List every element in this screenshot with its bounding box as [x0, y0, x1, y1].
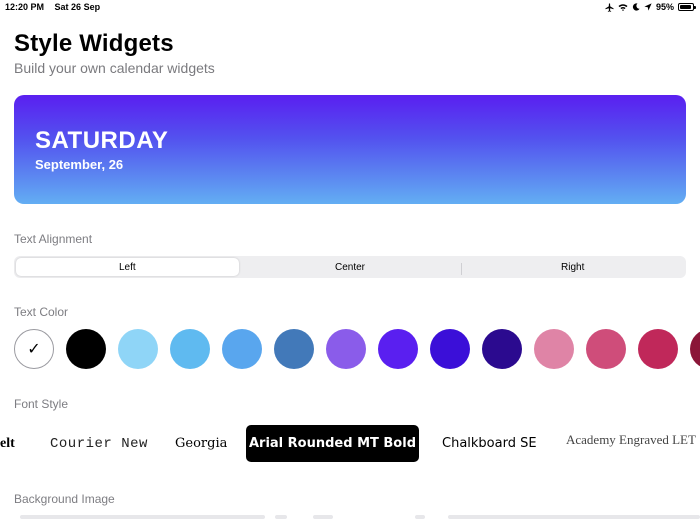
color-swatch[interactable]: ✓ [14, 329, 54, 369]
background-option[interactable] [448, 515, 700, 519]
font-option-courier-new[interactable]: Courier New [50, 425, 148, 462]
alignment-segmented-control: Left Center Right [14, 256, 686, 278]
status-date: Sat 26 Sep [54, 2, 101, 12]
battery-icon [678, 3, 696, 11]
color-swatch[interactable] [326, 329, 366, 369]
wifi-icon [618, 4, 628, 11]
alignment-center[interactable]: Center [239, 258, 462, 276]
preview-day: SATURDAY [35, 127, 169, 154]
airplane-icon [605, 2, 614, 12]
color-swatch[interactable] [482, 329, 522, 369]
color-swatch[interactable] [274, 329, 314, 369]
font-option-arial-rounded-mt-bold[interactable]: Arial Rounded MT Bold [246, 425, 419, 462]
status-bar: 12:20 PM Sat 26 Sep 95% [0, 0, 700, 14]
text-alignment-label: Text Alignment [14, 232, 93, 246]
color-swatch[interactable] [222, 329, 262, 369]
color-swatch[interactable] [118, 329, 158, 369]
font-option-partial[interactable]: elt [0, 425, 15, 462]
alignment-right[interactable]: Right [461, 258, 684, 276]
color-swatch[interactable] [66, 329, 106, 369]
alignment-left[interactable]: Left [16, 258, 239, 276]
checkmark-icon: ✓ [27, 341, 41, 358]
color-swatch[interactable] [638, 329, 678, 369]
background-image-list [20, 513, 700, 525]
battery-percent: 95% [655, 2, 674, 12]
font-option-georgia[interactable]: Georgia [175, 425, 227, 462]
moon-icon [632, 3, 640, 11]
background-option[interactable] [415, 515, 425, 519]
color-swatch[interactable] [586, 329, 626, 369]
font-option-chalkboard-se[interactable]: Chalkboard SE [442, 425, 537, 462]
color-swatch[interactable] [378, 329, 418, 369]
background-option[interactable] [313, 515, 333, 519]
background-option[interactable] [20, 515, 265, 519]
font-style-label: Font Style [14, 397, 69, 411]
background-image-label: Background Image [14, 492, 115, 506]
color-swatch[interactable] [534, 329, 574, 369]
color-swatch[interactable] [690, 329, 700, 369]
page-title: Style Widgets [14, 30, 174, 57]
color-swatch[interactable] [430, 329, 470, 369]
location-icon [644, 3, 652, 11]
preview-date: September, 26 [35, 157, 124, 172]
font-option-academy-engraved-let[interactable]: Academy Engraved LET [566, 421, 696, 458]
background-option[interactable] [275, 515, 287, 519]
text-color-label: Text Color [14, 305, 69, 319]
page-subtitle: Build your own calendar widgets [14, 60, 215, 76]
widget-preview: SATURDAY September, 26 [14, 95, 686, 204]
status-time: 12:20 PM [5, 2, 45, 12]
color-swatch[interactable] [170, 329, 210, 369]
